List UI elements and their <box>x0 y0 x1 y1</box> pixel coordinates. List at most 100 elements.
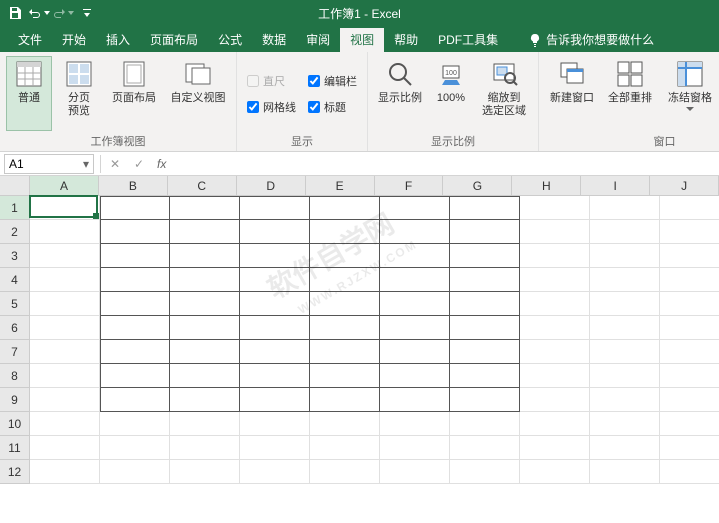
arrange-all-button[interactable]: 全部重排 <box>603 56 657 131</box>
cancel-formula-button[interactable]: ✕ <box>103 154 127 174</box>
cell[interactable] <box>30 316 100 340</box>
cell[interactable] <box>380 292 450 316</box>
cell[interactable] <box>170 196 240 220</box>
cell[interactable] <box>310 220 380 244</box>
redo-button[interactable] <box>52 2 74 24</box>
headings-checkbox[interactable]: 标题 <box>304 97 361 117</box>
cell[interactable] <box>660 412 719 436</box>
column-header[interactable]: I <box>581 176 650 196</box>
cell[interactable] <box>520 196 590 220</box>
cell[interactable] <box>590 412 660 436</box>
tab-0[interactable]: 文件 <box>8 28 52 52</box>
cell[interactable] <box>590 244 660 268</box>
cell[interactable] <box>240 220 310 244</box>
row-header[interactable]: 8 <box>0 364 30 388</box>
cell[interactable] <box>100 340 170 364</box>
row-header[interactable]: 4 <box>0 268 30 292</box>
column-header[interactable]: D <box>237 176 306 196</box>
cell[interactable] <box>450 316 520 340</box>
cell[interactable] <box>450 364 520 388</box>
cell[interactable] <box>100 244 170 268</box>
zoom-selection-button[interactable]: 缩放到 选定区域 <box>476 56 532 131</box>
cell[interactable] <box>590 316 660 340</box>
page-layout-button[interactable]: 页面布局 <box>106 56 162 131</box>
cell[interactable] <box>170 412 240 436</box>
row-header[interactable]: 9 <box>0 388 30 412</box>
cell[interactable] <box>310 268 380 292</box>
cell[interactable] <box>520 388 590 412</box>
cell[interactable] <box>450 244 520 268</box>
cell[interactable] <box>30 412 100 436</box>
cell[interactable] <box>660 316 719 340</box>
cell[interactable] <box>660 364 719 388</box>
cell[interactable] <box>590 196 660 220</box>
cell[interactable] <box>380 244 450 268</box>
cell[interactable] <box>660 388 719 412</box>
row-header[interactable]: 3 <box>0 244 30 268</box>
cell[interactable] <box>590 292 660 316</box>
qat-customize-button[interactable] <box>76 2 98 24</box>
tab-5[interactable]: 数据 <box>252 28 296 52</box>
select-all-corner[interactable] <box>0 176 30 196</box>
cell[interactable] <box>520 364 590 388</box>
cell[interactable] <box>30 340 100 364</box>
name-box[interactable]: A1 ▾ <box>4 154 94 174</box>
cell[interactable] <box>170 388 240 412</box>
tab-3[interactable]: 页面布局 <box>140 28 208 52</box>
cell[interactable] <box>450 340 520 364</box>
cell[interactable] <box>450 388 520 412</box>
cell[interactable] <box>520 340 590 364</box>
cell[interactable] <box>170 220 240 244</box>
cell[interactable] <box>520 436 590 460</box>
cell[interactable] <box>310 316 380 340</box>
cell[interactable] <box>590 388 660 412</box>
row-header[interactable]: 2 <box>0 220 30 244</box>
cell[interactable] <box>100 316 170 340</box>
cell[interactable] <box>30 364 100 388</box>
cell[interactable] <box>310 292 380 316</box>
cell[interactable] <box>170 244 240 268</box>
cell[interactable] <box>100 292 170 316</box>
save-button[interactable] <box>4 2 26 24</box>
cell[interactable] <box>310 412 380 436</box>
cell[interactable] <box>520 220 590 244</box>
gridlines-checkbox[interactable]: 网格线 <box>243 97 300 117</box>
cell[interactable] <box>240 412 310 436</box>
cell[interactable] <box>100 412 170 436</box>
cell[interactable] <box>450 436 520 460</box>
cell[interactable] <box>240 388 310 412</box>
cell[interactable] <box>590 268 660 292</box>
tell-me-search[interactable]: 告诉我你想要做什么 <box>520 27 662 52</box>
tab-4[interactable]: 公式 <box>208 28 252 52</box>
cell[interactable] <box>240 268 310 292</box>
row-header[interactable]: 7 <box>0 340 30 364</box>
normal-view-button[interactable]: 普通 <box>6 56 52 131</box>
cell[interactable] <box>310 340 380 364</box>
cell[interactable] <box>310 364 380 388</box>
cell[interactable] <box>240 460 310 484</box>
cell[interactable] <box>30 220 100 244</box>
row-header[interactable]: 6 <box>0 316 30 340</box>
enter-formula-button[interactable]: ✓ <box>127 154 151 174</box>
new-window-button[interactable]: 新建窗口 <box>545 56 599 131</box>
cell[interactable] <box>450 220 520 244</box>
cell[interactable] <box>240 196 310 220</box>
cell[interactable] <box>450 268 520 292</box>
tab-7[interactable]: 视图 <box>340 28 384 52</box>
cell[interactable] <box>520 244 590 268</box>
cell[interactable] <box>660 460 719 484</box>
cell[interactable] <box>30 388 100 412</box>
cell[interactable] <box>660 196 719 220</box>
column-header[interactable]: A <box>30 176 99 196</box>
column-header[interactable]: E <box>306 176 375 196</box>
cell[interactable] <box>660 340 719 364</box>
cell[interactable] <box>30 460 100 484</box>
cell[interactable] <box>520 292 590 316</box>
cell[interactable] <box>520 412 590 436</box>
cell[interactable] <box>100 220 170 244</box>
row-header[interactable]: 11 <box>0 436 30 460</box>
cell[interactable] <box>240 316 310 340</box>
spreadsheet-grid[interactable]: ABCDEFGHIJ 123456789101112 <box>0 176 719 523</box>
cell[interactable] <box>240 340 310 364</box>
cell[interactable] <box>170 268 240 292</box>
